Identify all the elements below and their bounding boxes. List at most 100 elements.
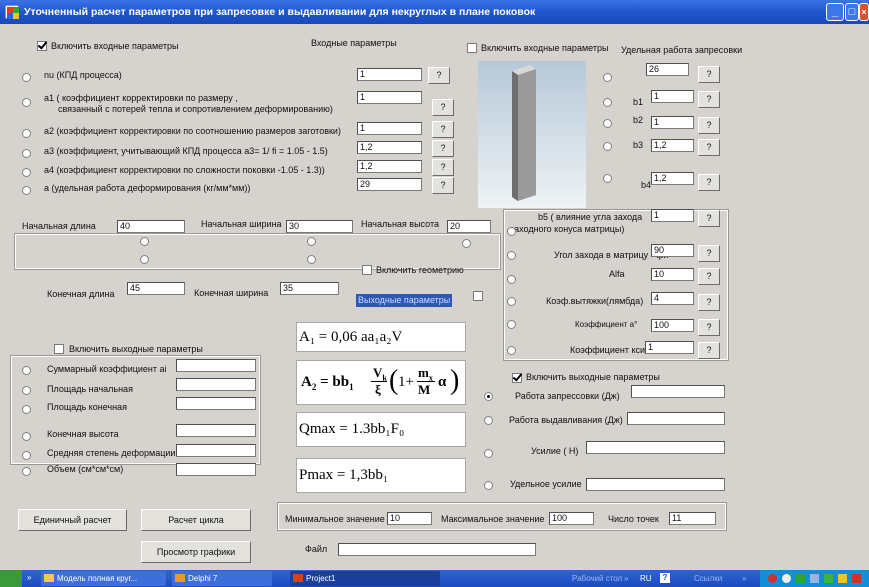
- tray-icon-1[interactable]: [768, 574, 777, 583]
- right-help-b3[interactable]: ?: [698, 139, 720, 156]
- geo-radio-2[interactable]: [140, 255, 149, 264]
- minimize-icon[interactable]: _: [826, 3, 844, 21]
- output-radio-5[interactable]: [22, 467, 31, 476]
- view-chart-button[interactable]: Просмотр графики: [141, 541, 251, 563]
- quicklaunch-chevron-icon[interactable]: »: [27, 573, 31, 582]
- geo-radio-5[interactable]: [462, 239, 471, 248]
- cycle-calc-button[interactable]: Расчет цикла: [141, 509, 251, 531]
- right-radio-b1[interactable]: [603, 98, 612, 107]
- links-label[interactable]: Ссылки: [694, 573, 722, 584]
- output-params-checkbox[interactable]: [473, 291, 483, 301]
- initial-length-input[interactable]: 40: [117, 220, 185, 233]
- output-input-2[interactable]: [176, 397, 256, 410]
- tray-icon-6[interactable]: [838, 574, 847, 583]
- param-help-nu[interactable]: ?: [428, 67, 450, 84]
- app-icon[interactable]: [5, 5, 19, 19]
- output-radio-4[interactable]: [22, 451, 31, 460]
- ksi-input[interactable]: 1: [645, 341, 694, 354]
- geo-radio-3[interactable]: [307, 237, 316, 246]
- param-help-a4[interactable]: ?: [432, 159, 454, 176]
- right-help-b2[interactable]: ?: [698, 117, 720, 134]
- right-input-b1[interactable]: 1: [651, 90, 694, 103]
- param-radio-a3[interactable]: [22, 149, 31, 158]
- output-radio-3[interactable]: [22, 432, 31, 441]
- b5-input[interactable]: 1: [651, 209, 694, 222]
- output-radio-2[interactable]: [22, 405, 31, 414]
- param-radio-nu[interactable]: [22, 73, 31, 82]
- close-icon[interactable]: ×: [859, 3, 869, 21]
- initial-height-input[interactable]: 20: [447, 220, 491, 233]
- taskbar-item-project1[interactable]: Project1: [290, 571, 440, 586]
- lambda-input[interactable]: 4: [651, 292, 694, 305]
- ksi-radio[interactable]: [507, 346, 516, 355]
- tray-icon-3[interactable]: [796, 574, 805, 583]
- single-calc-button[interactable]: Единичный расчет: [18, 509, 127, 531]
- taskbar-item-model[interactable]: Модель полная круг...: [41, 571, 166, 586]
- alfa-help[interactable]: ?: [698, 268, 720, 285]
- enable-geometry-checkbox[interactable]: [362, 265, 372, 275]
- alpha-coef-help[interactable]: ?: [698, 319, 720, 336]
- param-help-a[interactable]: ?: [432, 177, 454, 194]
- b5-help[interactable]: ?: [698, 210, 720, 227]
- right-output-radio-1[interactable]: [484, 416, 493, 425]
- param-input-a[interactable]: 29: [357, 178, 422, 191]
- right-input-b3[interactable]: 1,2: [651, 139, 694, 152]
- file-input[interactable]: [338, 543, 536, 556]
- angle-radio[interactable]: [507, 251, 516, 260]
- links-chevron-icon[interactable]: »: [742, 573, 746, 584]
- enable-input-checkbox[interactable]: [37, 41, 47, 51]
- param-radio-a4[interactable]: [22, 168, 31, 177]
- right-radio-b2[interactable]: [603, 119, 612, 128]
- ksi-help[interactable]: ?: [698, 342, 720, 359]
- param-help-a3[interactable]: ?: [432, 140, 454, 157]
- right-output-input-1[interactable]: [627, 412, 725, 425]
- right-output-input-3[interactable]: [586, 478, 725, 491]
- right-output-input-0[interactable]: [631, 385, 725, 398]
- geo-radio-4[interactable]: [307, 255, 316, 264]
- param-help-a2[interactable]: ?: [432, 121, 454, 138]
- param-input-a1[interactable]: 1: [357, 91, 422, 104]
- right-radio-b4[interactable]: [603, 174, 612, 183]
- param-input-a2[interactable]: 1: [357, 122, 422, 135]
- param-input-nu[interactable]: 1: [357, 68, 422, 81]
- enable-output-checkbox[interactable]: [54, 344, 64, 354]
- lambda-radio[interactable]: [507, 297, 516, 306]
- min-input[interactable]: 10: [387, 512, 432, 525]
- angle-input[interactable]: 90: [651, 244, 694, 257]
- final-width-input[interactable]: 35: [280, 282, 339, 295]
- alpha-coef-input[interactable]: 100: [651, 319, 694, 332]
- param-input-a4[interactable]: 1,2: [357, 160, 422, 173]
- right-help-b1[interactable]: ?: [698, 91, 720, 108]
- tray-icon-5[interactable]: [824, 574, 833, 583]
- desktop-toolbar-label[interactable]: Рабочий стол: [572, 573, 622, 584]
- right-output-radio-2[interactable]: [484, 449, 493, 458]
- initial-width-input[interactable]: 30: [286, 220, 353, 233]
- angle-help[interactable]: ?: [698, 245, 720, 262]
- right-radio-b3[interactable]: [603, 142, 612, 151]
- tray-icon-2[interactable]: [782, 574, 791, 583]
- right-output-radio-0[interactable]: [484, 392, 493, 401]
- param-input-a3[interactable]: 1,2: [357, 141, 422, 154]
- output-input-5[interactable]: [176, 463, 256, 476]
- output-radio-0[interactable]: [22, 366, 31, 375]
- enable-right-output-checkbox[interactable]: [512, 373, 522, 383]
- output-input-3[interactable]: [176, 424, 256, 437]
- lambda-help[interactable]: ?: [698, 294, 720, 311]
- alpha-coef-radio[interactable]: [507, 320, 516, 329]
- start-button[interactable]: [0, 570, 22, 587]
- points-input[interactable]: 11: [669, 512, 716, 525]
- geo-radio-1[interactable]: [140, 237, 149, 246]
- tray-icon-7[interactable]: [852, 574, 861, 583]
- param-radio-a2[interactable]: [22, 129, 31, 138]
- right-input-b2[interactable]: 1: [651, 116, 694, 129]
- param-radio-a[interactable]: [22, 186, 31, 195]
- output-input-4[interactable]: [176, 444, 256, 457]
- enable-right-input-checkbox[interactable]: [467, 43, 477, 53]
- language-indicator[interactable]: RU: [640, 573, 652, 584]
- taskbar-item-delphi[interactable]: Delphi 7: [172, 571, 272, 586]
- right-help-b4[interactable]: ?: [698, 174, 720, 191]
- alfa-radio[interactable]: [507, 275, 516, 284]
- b5-radio[interactable]: [507, 227, 516, 236]
- right-input-b4[interactable]: 1,2: [651, 172, 694, 185]
- help-icon[interactable]: ?: [660, 573, 670, 583]
